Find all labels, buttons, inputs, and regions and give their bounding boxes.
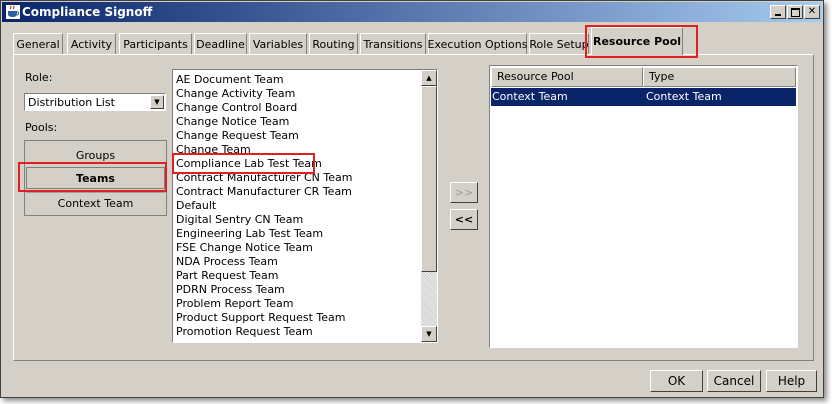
list-item[interactable]: Change Control Board xyxy=(176,101,352,115)
tab-resource-pool[interactable]: Resource Pool xyxy=(591,27,683,55)
compliance-signoff-dialog: Compliance Signoff ✕ General Activity Pa… xyxy=(0,0,824,398)
close-button[interactable]: ✕ xyxy=(804,5,820,19)
tab-general[interactable]: General xyxy=(13,33,63,54)
list-item[interactable]: FSE Change Notice Team xyxy=(176,241,352,255)
role-dropdown[interactable]: Distribution List ▼ xyxy=(24,93,166,111)
maximize-button[interactable] xyxy=(787,5,803,19)
pool-item-groups[interactable]: Groups xyxy=(26,144,165,166)
add-to-pool-button[interactable]: >> xyxy=(450,182,478,203)
java-coffee-icon xyxy=(6,5,20,19)
scroll-up-icon[interactable]: ▲ xyxy=(421,70,437,86)
list-item[interactable]: Change Activity Team xyxy=(176,87,352,101)
list-item[interactable]: Contract Manufacturer CN Team xyxy=(176,171,352,185)
tab-execution-options[interactable]: Execution Options xyxy=(428,33,527,54)
column-header-resource-pool[interactable]: Resource Pool xyxy=(491,67,643,87)
help-button[interactable]: Help xyxy=(766,370,817,392)
list-item[interactable]: Promotion Request Team xyxy=(176,325,352,339)
role-label: Role: xyxy=(25,71,53,84)
list-item[interactable]: PDRN Process Team xyxy=(176,283,352,297)
chevron-down-icon[interactable]: ▼ xyxy=(150,95,164,109)
tab-variables[interactable]: Variables xyxy=(249,33,307,54)
pool-item-context-team[interactable]: Context Team xyxy=(26,192,165,214)
pool-item-teams[interactable]: Teams xyxy=(26,167,165,189)
tab-transitions[interactable]: Transitions xyxy=(360,33,426,54)
list-item[interactable]: Change Request Team xyxy=(176,129,352,143)
minimize-icon xyxy=(775,14,781,16)
available-teams-list[interactable]: AE Document Team Change Activity Team Ch… xyxy=(172,69,438,343)
cell-type: Context Team xyxy=(646,90,722,103)
pools-label: Pools: xyxy=(25,121,58,134)
list-item[interactable]: Change Notice Team xyxy=(176,115,352,129)
tab-routing[interactable]: Routing xyxy=(309,33,358,54)
cell-resource-pool: Context Team xyxy=(492,90,568,103)
list-item[interactable]: Change Team xyxy=(176,143,352,157)
pools-selector: Groups Teams Context Team xyxy=(24,140,167,216)
maximize-icon xyxy=(790,7,800,17)
scroll-down-icon[interactable]: ▼ xyxy=(421,326,437,342)
remove-from-pool-button[interactable]: << xyxy=(450,209,478,230)
window-title: Compliance Signoff xyxy=(22,5,153,19)
list-item[interactable]: Contract Manufacturer CR Team xyxy=(176,185,352,199)
tab-deadline[interactable]: Deadline xyxy=(194,33,247,54)
tab-activity[interactable]: Activity xyxy=(67,33,116,54)
tab-participants[interactable]: Participants xyxy=(119,33,192,54)
scrollbar-thumb[interactable] xyxy=(421,86,437,272)
list-item[interactable]: Compliance Lab Test Team xyxy=(176,157,352,171)
list-item[interactable]: Digital Sentry CN Team xyxy=(176,213,352,227)
resource-pool-table: Resource Pool Type Context Team Context … xyxy=(489,65,798,348)
minimize-button[interactable] xyxy=(770,5,786,19)
column-header-type[interactable]: Type xyxy=(643,67,796,87)
list-item[interactable]: NDA Process Team xyxy=(176,255,352,269)
list-item[interactable]: Default xyxy=(176,199,352,213)
table-row[interactable]: Context Team Context Team xyxy=(491,88,796,106)
title-bar[interactable]: Compliance Signoff ✕ xyxy=(2,2,822,22)
list-vertical-scrollbar[interactable]: ▲ ▼ xyxy=(421,70,437,342)
list-item[interactable]: Engineering Lab Test Team xyxy=(176,227,352,241)
list-item[interactable]: Part Request Team xyxy=(176,269,352,283)
list-item[interactable]: Problem Report Team xyxy=(176,297,352,311)
role-dropdown-value: Distribution List xyxy=(28,96,115,109)
tab-role-setup[interactable]: Role Setup xyxy=(529,33,589,54)
cancel-button[interactable]: Cancel xyxy=(707,370,761,392)
close-icon: ✕ xyxy=(807,6,817,17)
list-item[interactable]: Product Support Request Team xyxy=(176,311,352,325)
ok-button[interactable]: OK xyxy=(650,370,703,392)
list-item[interactable]: AE Document Team xyxy=(176,73,352,87)
